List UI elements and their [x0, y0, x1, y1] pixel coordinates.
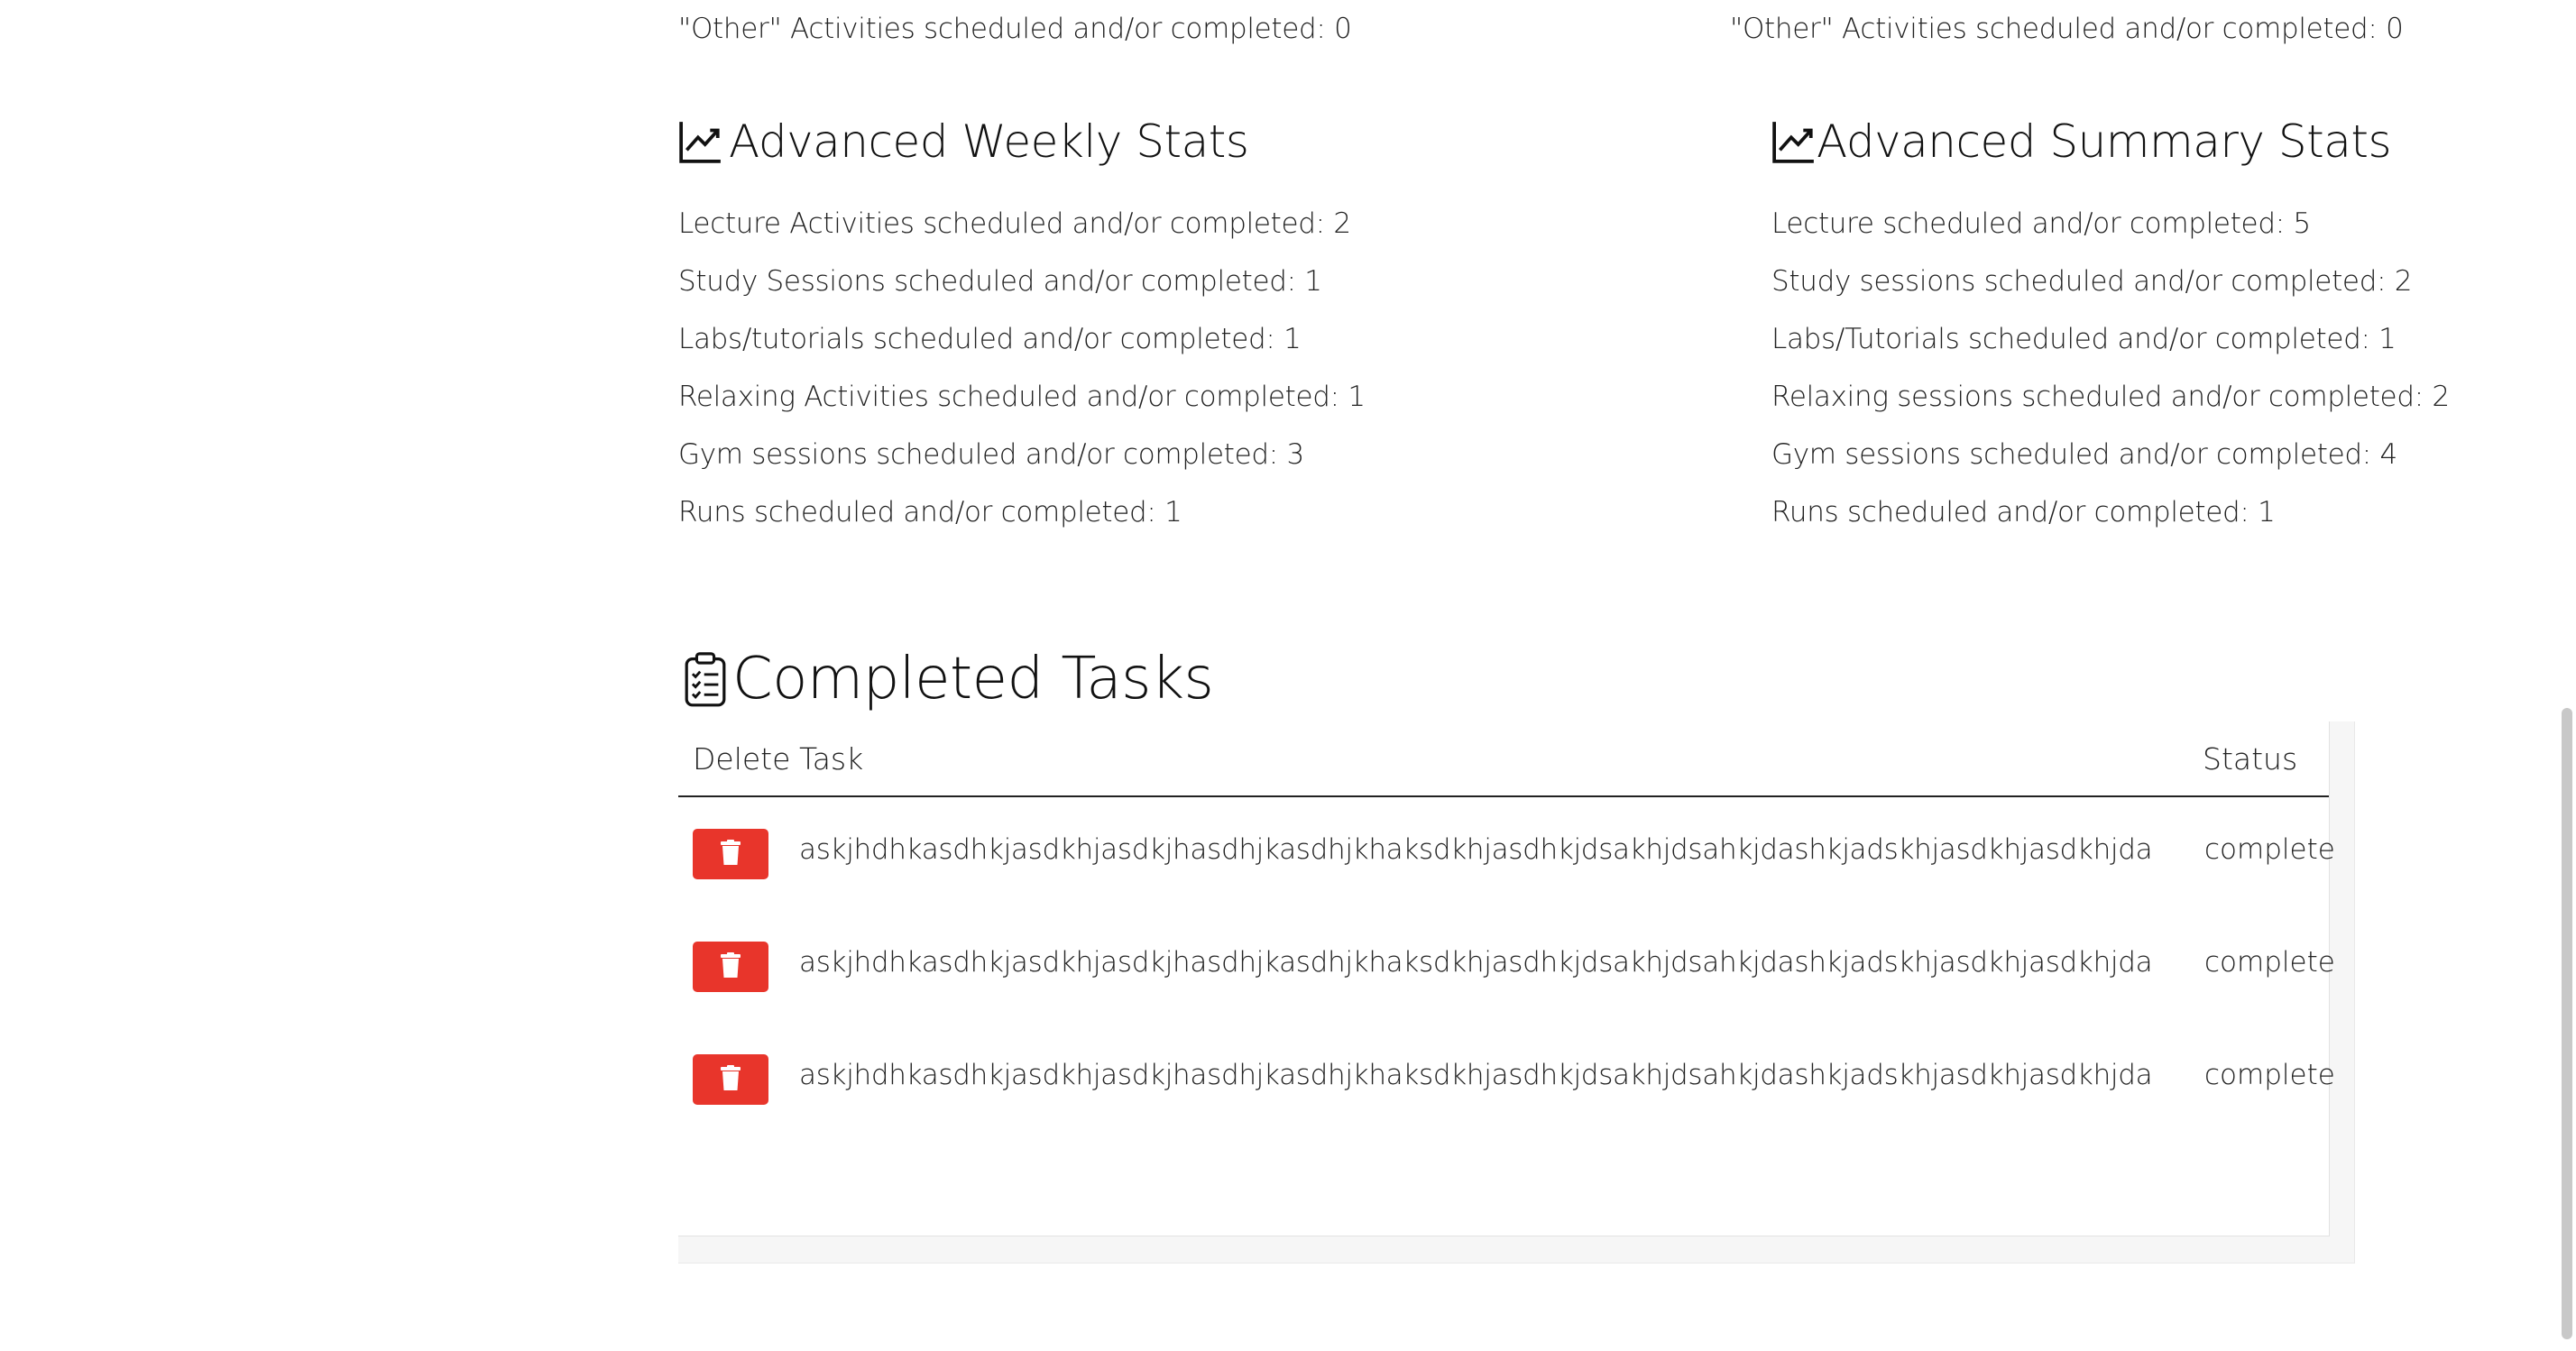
- table-row: askjhdhkasdhkjasdkhjasdkjhasdhjkasdhjkha…: [678, 1052, 2335, 1106]
- task-status: complete: [2204, 946, 2335, 979]
- summary-stat-lecture: Lecture scheduled and/or completed: 5: [1771, 207, 2311, 240]
- scrollbar-thumb[interactable]: [2562, 708, 2572, 1339]
- summary-other-stat: "Other" Activities scheduled and/or comp…: [1730, 13, 2404, 45]
- delete-task-button[interactable]: [693, 829, 768, 879]
- trash-icon: [721, 1065, 741, 1094]
- summary-stat-study: Study sessions scheduled and/or complete…: [1771, 265, 2413, 298]
- summary-stats-title: Advanced Summary Stats: [1817, 115, 2392, 168]
- delete-task-button[interactable]: [693, 1054, 768, 1105]
- trash-icon: [721, 952, 741, 981]
- weekly-stat-runs: Runs scheduled and/or completed: 1: [678, 496, 1182, 528]
- task-name: askjhdhkasdhkjasdkhjasdkjhasdhjkasdhjkha…: [799, 833, 2153, 866]
- table-row: askjhdhkasdhkjasdkhjasdkjhasdhjkasdhjkha…: [678, 826, 2335, 880]
- column-header-delete: Delete: [693, 741, 791, 777]
- summary-stat-relaxing: Relaxing sessions scheduled and/or compl…: [1771, 381, 2450, 413]
- weekly-stat-gym: Gym sessions scheduled and/or completed:…: [678, 438, 1304, 471]
- task-status: complete: [2204, 833, 2335, 866]
- line-chart-icon: [1771, 119, 1817, 164]
- clipboard-checklist-icon: [682, 650, 729, 708]
- task-name: askjhdhkasdhkjasdkhjasdkjhasdhjkasdhjkha…: [799, 946, 2153, 979]
- completed-tasks-title: Completed Tasks: [732, 646, 1214, 712]
- completed-tasks-heading: Completed Tasks: [682, 639, 1214, 720]
- line-chart-icon: [678, 119, 723, 164]
- weekly-stat-labs: Labs/tutorials scheduled and/or complete…: [678, 323, 1302, 355]
- delete-task-button[interactable]: [693, 942, 768, 992]
- table-header-divider: [678, 795, 2329, 797]
- summary-stat-gym: Gym sessions scheduled and/or completed:…: [1771, 438, 2397, 471]
- summary-stat-labs: Labs/Tutorials scheduled and/or complete…: [1771, 323, 2397, 355]
- weekly-stats-heading: Advanced Weekly Stats: [678, 108, 1249, 175]
- weekly-stat-relaxing: Relaxing Activities scheduled and/or com…: [678, 381, 1366, 413]
- summary-stat-runs: Runs scheduled and/or completed: 1: [1771, 496, 2276, 528]
- weekly-other-stat: "Other" Activities scheduled and/or comp…: [678, 13, 1352, 45]
- table-row: askjhdhkasdhkjasdkhjasdkjhasdhjkasdhjkha…: [678, 939, 2335, 993]
- task-name: askjhdhkasdhkjasdkhjasdkjhasdhjkasdhjkha…: [799, 1059, 2153, 1091]
- column-header-task: Task: [799, 741, 864, 777]
- trash-icon: [721, 840, 741, 868]
- summary-stats-heading: Advanced Summary Stats: [1771, 108, 2392, 175]
- page: "Other" Activities scheduled and/or comp…: [0, 0, 2576, 1351]
- column-header-status: Status: [2203, 741, 2298, 777]
- task-status: complete: [2204, 1059, 2335, 1091]
- weekly-stat-lecture: Lecture Activities scheduled and/or comp…: [678, 207, 1351, 240]
- weekly-stat-study: Study Sessions scheduled and/or complete…: [678, 265, 1322, 298]
- weekly-stats-title: Advanced Weekly Stats: [729, 115, 1249, 168]
- page-scrollbar[interactable]: [2556, 0, 2576, 1351]
